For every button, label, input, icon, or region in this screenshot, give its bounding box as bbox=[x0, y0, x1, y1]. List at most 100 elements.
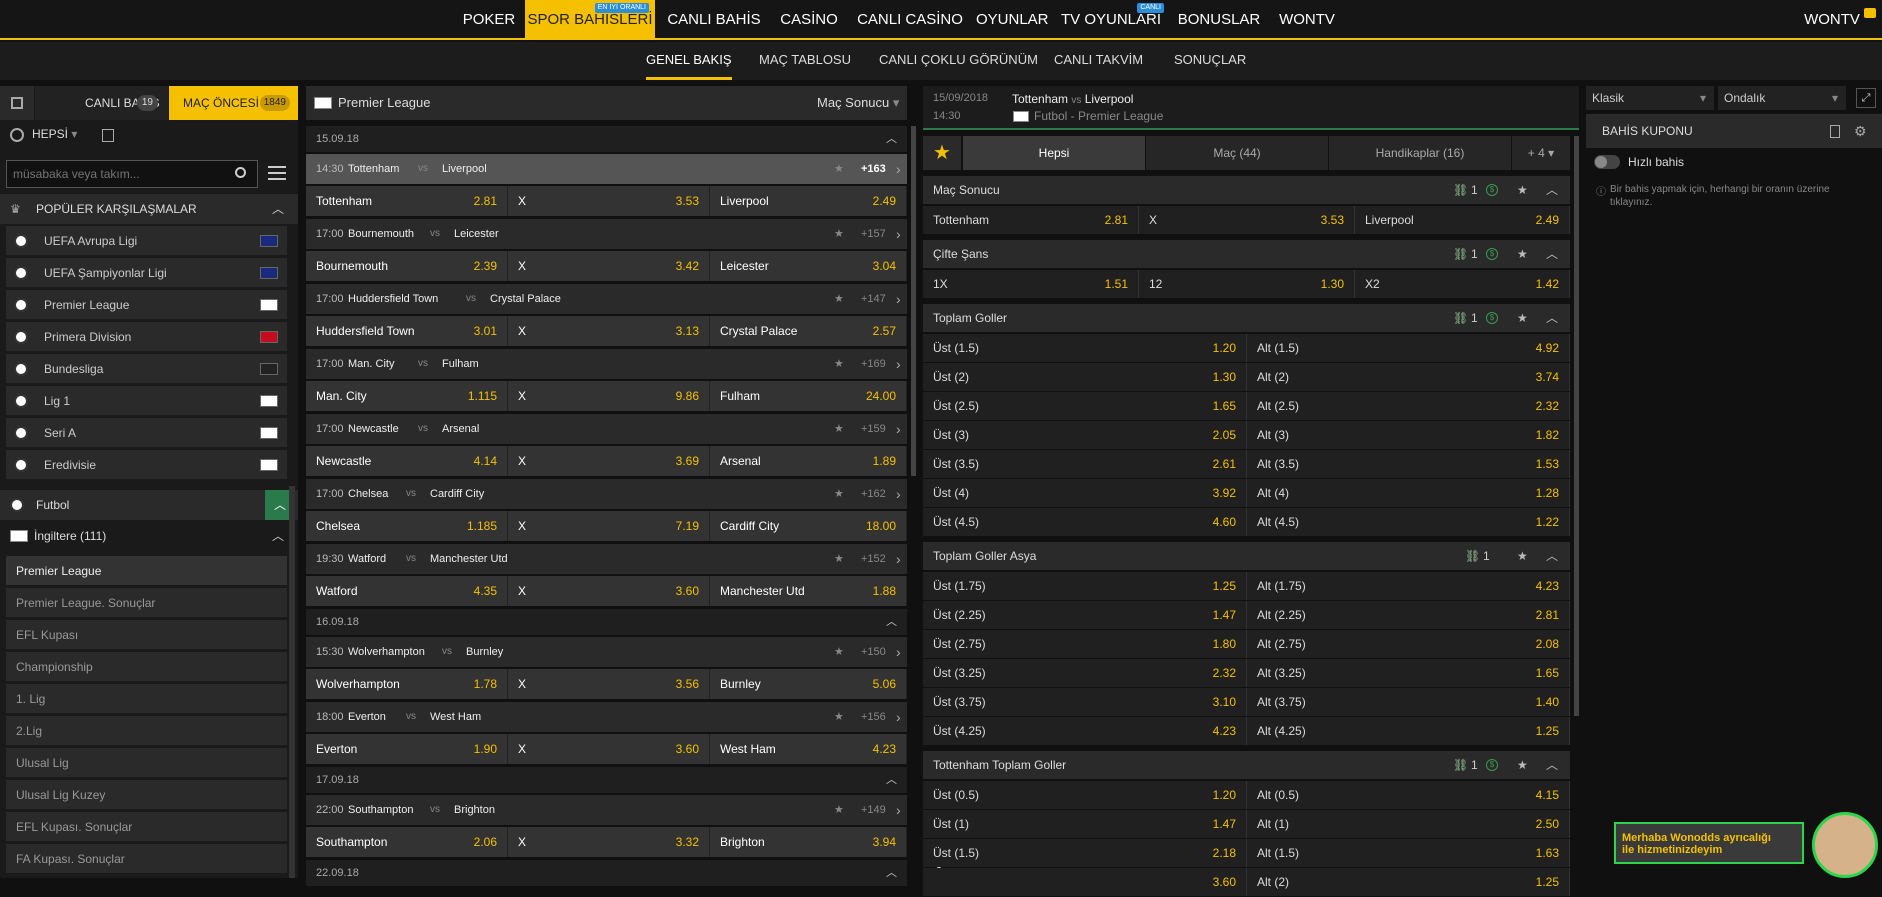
odd-cell[interactable]: Üst (4.25) 4.23 bbox=[923, 717, 1247, 745]
match-header[interactable]: 18:00 Everton vs West Ham ★ +156 › bbox=[306, 702, 907, 732]
country-england[interactable]: İngiltere (111) ︿ bbox=[0, 522, 298, 550]
league-item[interactable]: EFL Kupası bbox=[6, 620, 287, 650]
league-item[interactable]: 2.Lig bbox=[6, 716, 287, 746]
odds-type-select[interactable]: Klasik ▾ bbox=[1586, 86, 1714, 110]
star-icon[interactable]: ★ bbox=[1517, 304, 1528, 332]
clock-icon[interactable] bbox=[10, 128, 24, 142]
odd-away[interactable]: Leicester 3.04 bbox=[710, 251, 907, 281]
calendar-icon[interactable] bbox=[102, 129, 114, 142]
chevron-right-icon[interactable]: › bbox=[896, 219, 901, 249]
popular-header[interactable]: ♛ POPÜLER KARŞILAŞMALAR ︿ bbox=[0, 194, 298, 224]
date-header[interactable]: 16.09.18 ︿ bbox=[306, 609, 907, 635]
nav-wontv-right[interactable]: WONTV bbox=[1804, 0, 1860, 40]
star-icon[interactable]: ★ bbox=[834, 219, 844, 249]
menu-toggle-icon[interactable] bbox=[0, 86, 34, 120]
league-item[interactable]: EFL Kupası. Sonuçlar bbox=[6, 812, 287, 842]
odd-cell[interactable]: Alt (1.5) 4.92 bbox=[1247, 334, 1570, 362]
match-header[interactable]: 17:00 Newcastle vs Arsenal ★ +159 › bbox=[306, 414, 907, 444]
odd-cell[interactable]: 1X 1.51 bbox=[923, 270, 1139, 298]
odd-away[interactable]: Fulham 24.00 bbox=[710, 381, 907, 411]
market-header[interactable]: Tottenham Toplam Goller ⛓ 1 $ ★ ︿ bbox=[923, 751, 1570, 779]
odd-draw[interactable]: X 3.69 bbox=[508, 446, 710, 476]
league-item[interactable]: 1. Lig bbox=[6, 684, 287, 714]
message-icon[interactable] bbox=[1864, 8, 1876, 18]
subnav-live-multiview[interactable]: CANLI ÇOKLU GÖRÜNÜM bbox=[879, 42, 1038, 80]
league-item[interactable]: FA Kupası. Sonuçlar bbox=[6, 844, 287, 874]
sport-football[interactable]: Futbol ︿ bbox=[0, 490, 298, 520]
star-icon[interactable]: ★ bbox=[834, 637, 844, 667]
date-header[interactable]: 17.09.18 ︿ bbox=[306, 767, 907, 793]
nav-poker[interactable]: POKER bbox=[458, 0, 520, 40]
odd-away[interactable]: Crystal Palace 2.57 bbox=[710, 316, 907, 346]
odd-cell[interactable]: Üst (2.75) 1.80 bbox=[923, 630, 1247, 658]
league-item[interactable]: Ulusal Lig bbox=[6, 748, 287, 778]
odd-draw[interactable]: X 9.86 bbox=[508, 381, 710, 411]
search-icon[interactable] bbox=[235, 167, 246, 178]
odd-cell[interactable]: Üst (1.5) 1.20 bbox=[923, 334, 1247, 362]
odd-draw[interactable]: X 7.19 bbox=[508, 511, 710, 541]
tab-pre-match[interactable]: MAÇ ÖNCESİ 1849 bbox=[169, 86, 298, 120]
odd-cell[interactable]: Liverpool 2.49 bbox=[1355, 206, 1570, 234]
odd-cell[interactable]: Alt (3) 1.82 bbox=[1247, 421, 1570, 449]
left-scrollbar[interactable] bbox=[289, 486, 295, 878]
chevron-right-icon[interactable]: › bbox=[896, 479, 901, 509]
odd-cell[interactable]: Üst (3.75) 3.10 bbox=[923, 688, 1247, 716]
match-header[interactable]: 15:30 Wolverhampton vs Burnley ★ +150 › bbox=[306, 637, 907, 667]
odd-cell[interactable]: X 3.53 bbox=[1139, 206, 1355, 234]
more-markets-count[interactable]: +156 bbox=[861, 702, 886, 732]
odd-cell[interactable]: Alt (2.5) 2.32 bbox=[1247, 392, 1570, 420]
odd-cell[interactable]: Alt (2.75) 2.08 bbox=[1247, 630, 1570, 658]
odd-away[interactable]: Brighton 3.94 bbox=[710, 827, 907, 857]
chevron-right-icon[interactable]: › bbox=[896, 544, 901, 574]
odd-cell[interactable]: Alt (2.25) 2.81 bbox=[1247, 601, 1570, 629]
odd-cell[interactable]: Üst (1.75) 1.25 bbox=[923, 572, 1247, 600]
league-item[interactable]: Premier League bbox=[6, 556, 287, 586]
chevron-up-icon[interactable]: ︿ bbox=[272, 522, 284, 550]
odd-cell[interactable]: Üst (2.5) 1.65 bbox=[923, 392, 1247, 420]
match-header[interactable]: 22:00 Southampton vs Brighton ★ +149 › bbox=[306, 795, 907, 825]
chevron-up-icon[interactable]: ︿ bbox=[272, 194, 284, 224]
more-markets-count[interactable]: +149 bbox=[861, 795, 886, 825]
odd-draw[interactable]: X 3.32 bbox=[508, 827, 710, 857]
odd-cell[interactable]: Alt (4.5) 1.22 bbox=[1247, 508, 1570, 536]
league-item[interactable]: Ulusal Lig Kuzey bbox=[6, 780, 287, 810]
search-input[interactable] bbox=[13, 165, 223, 183]
chevron-right-icon[interactable]: › bbox=[896, 284, 901, 314]
chevron-right-icon[interactable]: › bbox=[896, 154, 901, 184]
more-markets-count[interactable]: +152 bbox=[861, 544, 886, 574]
odd-cell[interactable]: Üst (3) 2.05 bbox=[923, 421, 1247, 449]
chevron-up-icon[interactable]: ︿ bbox=[1546, 176, 1558, 204]
chevron-up-icon[interactable]: ︿ bbox=[886, 860, 897, 886]
odd-away[interactable]: Liverpool 2.49 bbox=[710, 186, 907, 216]
odd-draw[interactable]: X 3.53 bbox=[508, 186, 710, 216]
chevron-up-icon[interactable]: ︿ bbox=[886, 767, 897, 793]
star-icon[interactable]: ★ bbox=[1517, 240, 1528, 268]
match-header[interactable]: 14:30 Tottenham vs Liverpool ★ +163 › bbox=[306, 154, 907, 184]
more-markets-count[interactable]: +163 bbox=[861, 154, 886, 184]
star-icon[interactable]: ★ bbox=[834, 795, 844, 825]
match-header[interactable]: 17:00 Bournemouth vs Leicester ★ +157 › bbox=[306, 219, 907, 249]
list-menu-icon[interactable] bbox=[268, 166, 286, 180]
odd-cell[interactable]: Alt (4.25) 1.25 bbox=[1247, 717, 1570, 745]
star-icon[interactable]: ★ bbox=[1517, 542, 1528, 570]
odd-cell[interactable]: 12 1.30 bbox=[1139, 270, 1355, 298]
tab-live-betting[interactable]: CANLI BAHİS 19 bbox=[35, 86, 168, 120]
calculator-icon[interactable] bbox=[1830, 125, 1840, 138]
odd-cell[interactable]: Alt (3.75) 1.40 bbox=[1247, 688, 1570, 716]
market-header[interactable]: Toplam Goller ⛓ 1 $ ★ ︿ bbox=[923, 304, 1570, 332]
chevron-up-icon[interactable]: ︿ bbox=[886, 609, 897, 635]
chevron-up-icon[interactable]: ︿ bbox=[886, 126, 897, 152]
date-header[interactable]: 15.09.18 ︿ bbox=[306, 126, 907, 152]
nav-tv-games[interactable]: TV OYUNLARI CANLI bbox=[1058, 0, 1164, 40]
odd-away[interactable]: Arsenal 1.89 bbox=[710, 446, 907, 476]
star-icon[interactable]: ★ bbox=[834, 702, 844, 732]
support-avatar[interactable] bbox=[1812, 812, 1878, 878]
star-icon[interactable]: ★ bbox=[834, 479, 844, 509]
odd-away[interactable]: Cardiff City 18.00 bbox=[710, 511, 907, 541]
odd-home[interactable]: Chelsea 1.185 bbox=[306, 511, 508, 541]
popular-item[interactable]: Lig 1 bbox=[6, 386, 287, 416]
odd-cell[interactable]: Tottenham 2.81 bbox=[923, 206, 1139, 234]
quick-bet-toggle[interactable] bbox=[1594, 155, 1620, 169]
odd-away[interactable]: Burnley 5.06 bbox=[710, 669, 907, 699]
nav-bonuses[interactable]: BONUSLAR bbox=[1174, 0, 1264, 40]
